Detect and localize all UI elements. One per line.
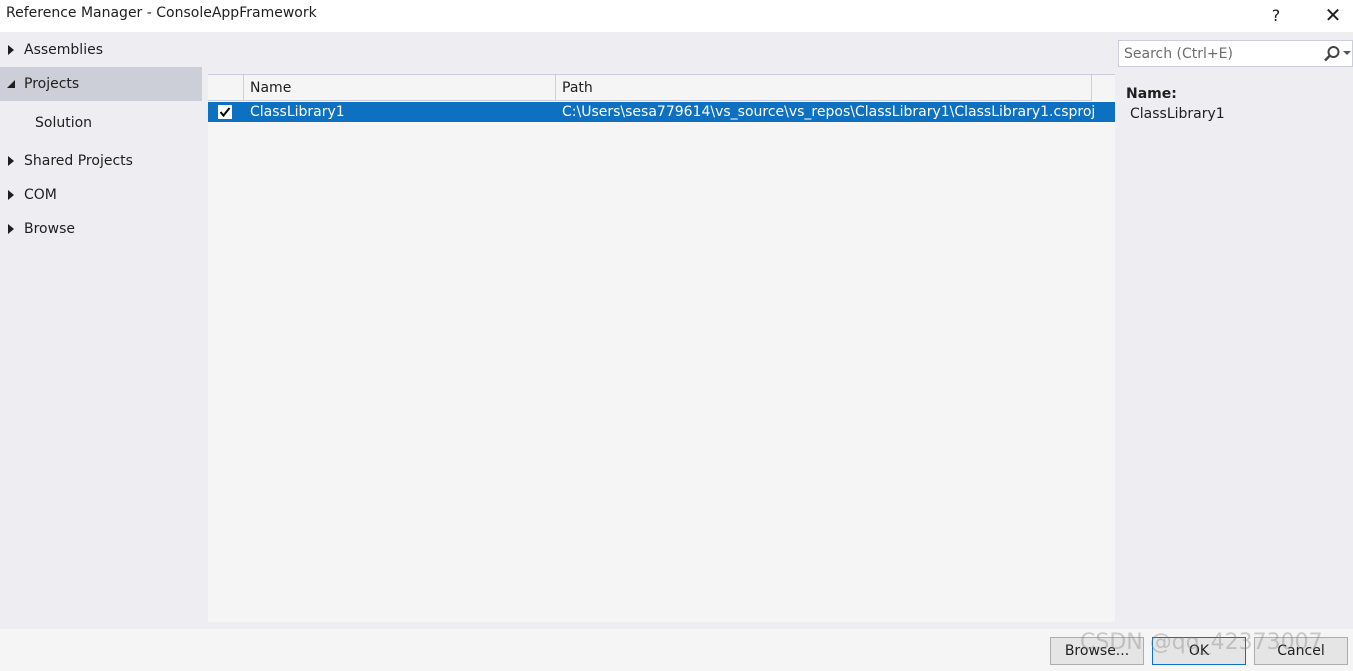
- sidebar-item-label: Browse: [24, 221, 75, 237]
- search-options-chevron-down-icon[interactable]: [1343, 51, 1351, 55]
- title-bar: Reference Manager - ConsoleAppFramework …: [0, 0, 1353, 32]
- column-header-name[interactable]: Name: [244, 75, 556, 101]
- sidebar-item-solution[interactable]: Solution: [0, 106, 202, 140]
- sidebar-item-label: COM: [24, 187, 57, 203]
- help-button[interactable]: ?: [1261, 2, 1291, 28]
- detail-name-label: Name:: [1126, 86, 1177, 102]
- sidebar-item-com[interactable]: COM: [0, 178, 202, 212]
- expand-arrow-icon[interactable]: [6, 222, 16, 236]
- cancel-button[interactable]: Cancel: [1254, 637, 1348, 665]
- row-name-cell: ClassLibrary1: [250, 104, 345, 120]
- window-title: Reference Manager - ConsoleAppFramework: [6, 5, 317, 21]
- expand-arrow-icon[interactable]: [6, 154, 16, 168]
- details-panel: Name: ClassLibrary1: [1115, 32, 1353, 629]
- sidebar-item-label: Shared Projects: [24, 153, 133, 169]
- expand-arrow-icon[interactable]: [6, 188, 16, 202]
- search-input[interactable]: [1119, 41, 1314, 66]
- table-row[interactable]: ClassLibrary1 C:\Users\sesa779614\vs_sou…: [208, 102, 1115, 122]
- sidebar-item-label: Projects: [24, 76, 80, 92]
- reference-checkbox[interactable]: [218, 105, 232, 119]
- checkmark-icon: [219, 107, 231, 118]
- expand-arrow-icon[interactable]: [6, 43, 16, 57]
- column-header-path[interactable]: Path: [556, 75, 1092, 101]
- dialog-footer: Browse... OK Cancel: [0, 629, 1353, 671]
- sidebar-item-label: Solution: [35, 115, 93, 131]
- close-button[interactable]: ✕: [1318, 2, 1348, 28]
- search-box: [1118, 40, 1353, 67]
- reference-grid: Name Path ClassLibrary1 C:\Users\sesa779…: [208, 74, 1115, 622]
- search-icon[interactable]: [1323, 45, 1341, 63]
- sidebar-item-shared-projects[interactable]: Shared Projects: [0, 144, 202, 178]
- grid-header: Name Path: [208, 75, 1115, 101]
- browse-button[interactable]: Browse...: [1050, 637, 1144, 665]
- sidebar-item-label: Assemblies: [24, 42, 103, 58]
- sidebar-item-projects[interactable]: Projects: [0, 67, 202, 101]
- collapse-arrow-icon[interactable]: [6, 77, 16, 91]
- ok-button[interactable]: OK: [1152, 637, 1246, 665]
- sidebar-item-assemblies[interactable]: Assemblies: [0, 33, 202, 67]
- sidebar-item-browse[interactable]: Browse: [0, 212, 202, 246]
- sidebar: Assemblies Projects Solution Shared Proj…: [0, 32, 202, 629]
- detail-name-value: ClassLibrary1: [1130, 106, 1225, 122]
- column-header-checkbox[interactable]: [208, 75, 244, 101]
- row-path-cell: C:\Users\sesa779614\vs_source\vs_repos\C…: [562, 104, 1096, 120]
